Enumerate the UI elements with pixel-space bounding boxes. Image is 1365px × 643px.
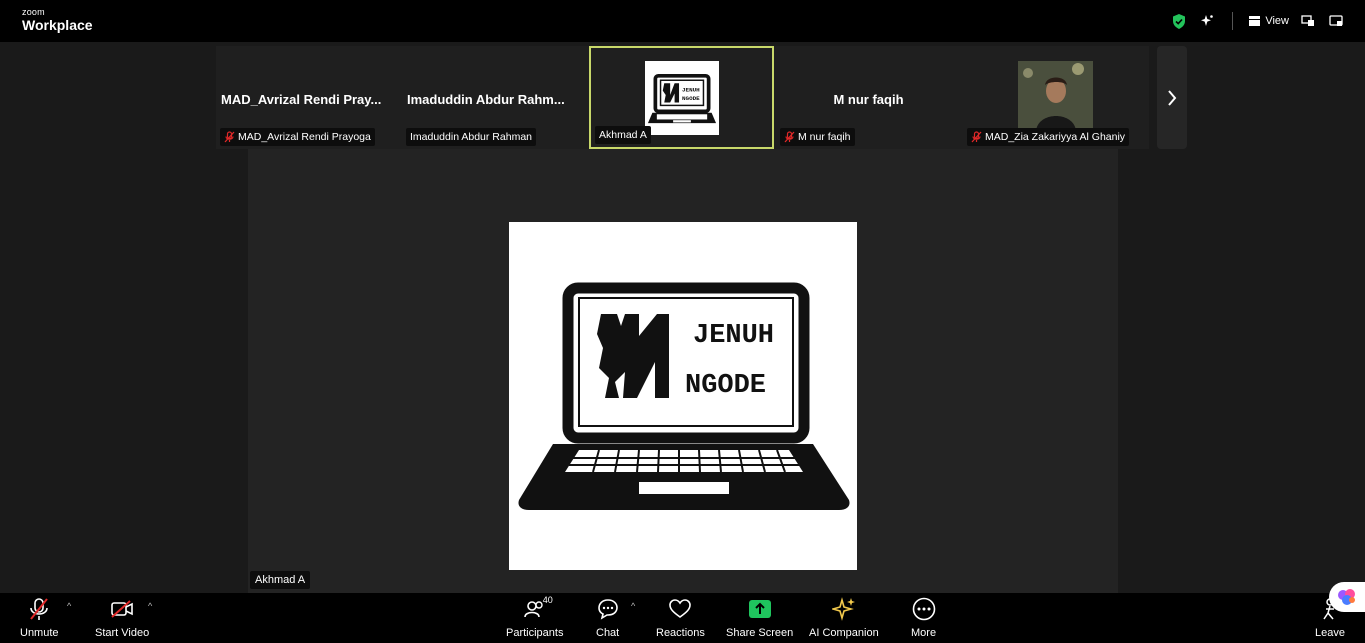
participant-display-name: MAD_Avrizal Rendi Pray... — [221, 92, 382, 107]
start-video-label: Start Video — [95, 627, 150, 639]
participant-name-tag: Imaduddin Abdur Rahman — [406, 128, 536, 146]
participant-name-tag: MAD_Zia Zakariyya Al Ghaniy — [967, 128, 1130, 146]
share-screen-label: Share Screen — [726, 627, 794, 639]
unmute-button[interactable]: Unmute — [20, 597, 59, 639]
video-options-caret-icon[interactable]: ^ — [148, 601, 152, 611]
top-divider — [1232, 12, 1234, 30]
speaker-name-tag: Akhmad A — [250, 571, 311, 589]
speaker-avatar-logo: JENUH NGODE — [509, 222, 857, 570]
participant-tile-active-speaker[interactable]: JENUH NGODE Akhmad A — [589, 46, 774, 149]
brand-small: zoom — [22, 7, 45, 17]
participant-avatar-logo: JENUH NGODE — [645, 61, 719, 135]
reactions-label: Reactions — [656, 627, 705, 639]
muted-mic-icon — [784, 131, 795, 143]
svg-text:NGODE: NGODE — [685, 371, 766, 401]
chat-label: Chat — [596, 627, 620, 639]
audio-options-caret-icon[interactable]: ^ — [67, 601, 71, 611]
participant-tag-label: Imaduddin Abdur Rahman — [410, 131, 532, 143]
jenuh-ngode-laptop-logo: JENUH NGODE — [518, 282, 850, 510]
ai-sparkle-icon — [831, 597, 856, 621]
participant-video-photo — [1018, 61, 1093, 131]
ai-assistant-bubble[interactable] — [1329, 582, 1365, 612]
gallery-strip: MAD_Avrizal Rendi Pray... MAD_Avrizal Re… — [216, 46, 1149, 149]
share-screen-icon — [748, 597, 772, 621]
jenuh-ngode-laptop-logo: JENUH NGODE — [647, 73, 717, 124]
svg-text:NGODE: NGODE — [682, 95, 700, 102]
view-label: View — [1265, 15, 1289, 27]
participant-tag-label: M nur faqih — [798, 131, 851, 143]
unmute-label: Unmute — [20, 627, 59, 639]
participant-tile[interactable]: Imaduddin Abdur Rahm... Imaduddin Abdur … — [402, 46, 587, 149]
ai-companion-button[interactable]: AI Companion — [809, 597, 879, 639]
muted-mic-icon — [971, 131, 982, 143]
view-button[interactable]: View — [1249, 15, 1289, 27]
participant-name-tag: M nur faqih — [780, 128, 855, 146]
svg-text:JENUH: JENUH — [682, 86, 700, 93]
start-video-button[interactable]: Start Video — [95, 597, 149, 639]
participants-button[interactable]: 40 Participants — [506, 595, 564, 639]
chevron-right-icon — [1168, 89, 1177, 106]
participant-display-name: Imaduddin Abdur Rahm... — [407, 92, 565, 107]
top-bar: zoom Workplace View — [0, 0, 1365, 42]
muted-mic-icon — [28, 597, 50, 621]
share-screen-button[interactable]: Share Screen — [726, 597, 793, 639]
participants-label: Participants — [506, 627, 564, 639]
ai-companion-label: AI Companion — [809, 627, 879, 639]
heart-icon — [669, 597, 692, 621]
muted-mic-icon — [224, 131, 235, 143]
participant-tag-label: MAD_Zia Zakariyya Al Ghaniy — [985, 131, 1126, 143]
more-button[interactable]: More — [911, 597, 936, 639]
participant-tag-label: Akhmad A — [599, 129, 647, 141]
participant-tag-label: MAD_Avrizal Rendi Prayoga — [238, 131, 371, 143]
video-off-icon — [110, 597, 134, 621]
shield-icon[interactable] — [1170, 12, 1188, 30]
fullscreen-icon[interactable] — [1327, 12, 1345, 30]
sparkle-icon[interactable] — [1198, 12, 1216, 30]
view-grid-icon — [1249, 16, 1261, 26]
participants-count: 40 — [542, 595, 553, 605]
more-label: More — [911, 627, 937, 639]
brand-big: Workplace — [22, 17, 93, 33]
participant-tile[interactable]: MAD_Avrizal Rendi Pray... MAD_Avrizal Re… — [216, 46, 401, 149]
zoom-workplace-logo: zoom Workplace — [22, 7, 93, 33]
active-speaker-video: JENUH NGODE Akhmad A — [248, 149, 1118, 593]
participant-display-name: M nur faqih — [833, 92, 904, 107]
top-right-controls: View — [1170, 10, 1345, 32]
participant-name-tag: Akhmad A — [595, 126, 651, 144]
meeting-toolbar: Unmute ^ Start Video ^ 40 Participants C… — [0, 593, 1365, 643]
chat-button[interactable]: Chat — [596, 597, 619, 639]
participant-tile[interactable]: M nur faqih M nur faqih — [776, 46, 961, 149]
brain-icon — [1338, 589, 1355, 605]
minimize-window-icon[interactable] — [1299, 12, 1317, 30]
person-photo — [1018, 61, 1093, 131]
svg-text:JENUH: JENUH — [693, 321, 774, 351]
participant-tile[interactable]: MAD_Zia Zakariyya Al Ghaniy — [963, 46, 1148, 149]
participant-name-tag: MAD_Avrizal Rendi Prayoga — [220, 128, 375, 146]
reactions-button[interactable]: Reactions — [656, 597, 705, 639]
leave-label: Leave — [1315, 627, 1345, 639]
gallery-next-button[interactable] — [1157, 46, 1187, 149]
chat-icon — [597, 597, 619, 621]
chat-options-caret-icon[interactable]: ^ — [631, 601, 635, 611]
participants-icon: 40 — [523, 595, 553, 621]
more-dots-icon — [912, 597, 936, 621]
